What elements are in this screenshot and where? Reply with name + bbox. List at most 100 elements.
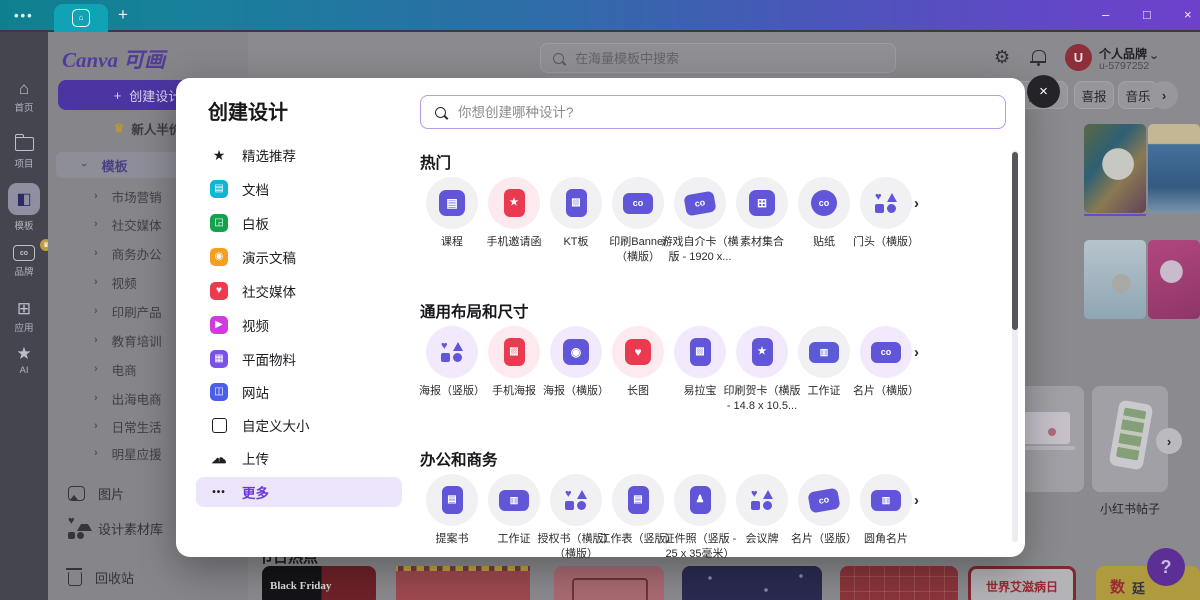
thumb-black-friday[interactable]: Black Friday xyxy=(262,566,376,600)
chevron-right-icon: › xyxy=(94,447,98,459)
storefront-sign-icon xyxy=(875,193,897,213)
profile-chevron-icon[interactable]: › xyxy=(1148,55,1163,59)
office-row-next-chevron[interactable]: › xyxy=(914,492,919,509)
image-icon xyxy=(68,486,85,501)
thumb-starry-night[interactable] xyxy=(682,566,822,600)
chevron-right-icon: › xyxy=(94,218,98,230)
ai-sparkle-icon: ★ xyxy=(16,345,31,362)
envelope-outline xyxy=(572,578,648,600)
trash-icon xyxy=(68,572,82,586)
help-button[interactable]: ? xyxy=(1147,548,1185,586)
whiteboard-icon: ◲ xyxy=(210,214,228,232)
business-card-portrait-icon: co xyxy=(807,487,840,513)
rail-item-brand[interactable]: co ♛ 品牌 xyxy=(0,245,48,278)
chevron-right-icon: › xyxy=(94,190,98,202)
rail-item-templates[interactable]: ◧ 模板 xyxy=(0,183,48,232)
template-art-watercolor-panda[interactable] xyxy=(1084,240,1146,319)
search-icon xyxy=(435,107,446,118)
home-icon: ⌂ xyxy=(19,80,29,97)
cards-next-button[interactable]: › xyxy=(1156,428,1182,454)
window-maximize-button[interactable]: □ xyxy=(1143,8,1151,21)
modal-title: 创建设计 xyxy=(208,96,288,125)
pills-more-button[interactable]: › xyxy=(1150,81,1178,109)
rail-item-apps[interactable]: ⊞ 应用 xyxy=(0,300,48,334)
website-icon: ◫ xyxy=(210,383,228,401)
apps-icon: ⊞ xyxy=(17,300,31,317)
window-minimize-button[interactable]: – xyxy=(1102,8,1109,21)
titlebar-menu-button[interactable]: ••• xyxy=(14,8,34,23)
crown-icon: ♛ xyxy=(114,121,125,135)
work-badge-icon: ▥ xyxy=(499,490,529,511)
hot-row-next-chevron[interactable]: › xyxy=(914,195,919,212)
sidebar-item-trash[interactable]: 回收站 xyxy=(56,563,240,591)
settings-gear-icon[interactable]: ⚙ xyxy=(994,48,1010,66)
rail-item-home[interactable]: ⌂ 首页 xyxy=(0,80,48,114)
selection-divider xyxy=(1084,214,1146,216)
section-title-office: 办公和商务 xyxy=(420,448,498,470)
template-art-wave[interactable] xyxy=(1148,124,1200,213)
rail-item-ai[interactable]: ★ AI xyxy=(0,345,48,376)
template-art-pink-panda[interactable] xyxy=(1148,240,1200,319)
design-type-rounded-business-card[interactable]: ▥ 圆角名片 xyxy=(842,474,930,547)
chevron-right-icon: › xyxy=(94,334,98,346)
phone-poster-icon: ▨ xyxy=(504,338,525,366)
global-search[interactable] xyxy=(540,43,896,73)
rollup-banner-icon: ▨ xyxy=(690,338,711,366)
modal-menu-featured[interactable]: ★ 精选推荐 xyxy=(196,140,402,170)
thumb-bunting[interactable] xyxy=(396,566,530,600)
asset-collection-icon: ⊞ xyxy=(749,190,775,216)
titlebar: ••• ⌂ + – □ × xyxy=(0,0,1200,32)
home-tab[interactable]: ⌂ xyxy=(54,4,108,32)
template-art-stained-glass-panda[interactable] xyxy=(1084,124,1146,213)
thumb-red-grid[interactable] xyxy=(840,566,958,600)
design-assets-icon xyxy=(68,517,85,539)
brand-kit-icon: co xyxy=(13,245,35,261)
thumb-aids-day[interactable]: 世界艾滋病日 xyxy=(968,566,1076,600)
global-search-input[interactable] xyxy=(573,50,857,67)
thumb-envelope[interactable] xyxy=(554,566,664,600)
greeting-card-icon: ★ xyxy=(752,338,773,366)
chevron-right-icon: › xyxy=(94,247,98,259)
docs-icon: ▤ xyxy=(210,180,228,198)
modal-menu-social-media[interactable]: ♥ 社交媒体 xyxy=(196,276,402,306)
modal-menu-video[interactable]: ▶ 视频 xyxy=(196,310,402,340)
social-media-icon: ♥ xyxy=(210,282,228,300)
modal-search-input[interactable] xyxy=(456,104,960,121)
modal-menu-print-materials[interactable]: ▦ 平面物料 xyxy=(196,344,402,374)
new-tab-button[interactable]: + xyxy=(118,5,128,25)
modal-menu-upload[interactable]: ☁↑ 上传 xyxy=(196,443,402,473)
upload-cloud-icon: ☁↑ xyxy=(210,449,228,467)
modal-menu-more[interactable]: ••• 更多 xyxy=(196,477,402,507)
xiaohongshu-card-label: 小红书帖子 xyxy=(1092,500,1168,517)
rounded-business-card-icon: ▥ xyxy=(871,490,901,511)
modal-scrollbar-thumb[interactable] xyxy=(1012,152,1018,330)
poster-portrait-icon xyxy=(441,342,463,362)
print-materials-icon: ▦ xyxy=(210,350,228,368)
modal-menu-whiteboard[interactable]: ◲ 白板 xyxy=(196,208,402,238)
presentation-icon: ◉ xyxy=(210,248,228,266)
laptop-screen xyxy=(1022,412,1070,444)
pill-good-news[interactable]: 喜报 xyxy=(1074,81,1114,109)
flower-dot xyxy=(1048,428,1056,436)
avatar[interactable]: U xyxy=(1065,44,1092,71)
templates-icon: ◧ xyxy=(8,183,40,215)
chevron-right-icon: › xyxy=(94,420,98,432)
video-icon: ▶ xyxy=(210,316,228,334)
modal-menu-custom-size[interactable]: 自定义大小 xyxy=(196,410,402,440)
design-type-storefront-sign[interactable]: 门头（横版） xyxy=(842,177,930,250)
window-close-button[interactable]: × xyxy=(1184,8,1192,21)
modal-menu-docs[interactable]: ▤ 文档 xyxy=(196,174,402,204)
game-intro-card-icon: co xyxy=(683,190,716,216)
app-window: ••• ⌂ + – □ × ⌂ 首页 项目 ◧ 模板 co ♛ 品牌 xyxy=(0,0,1200,600)
modal-search[interactable] xyxy=(420,95,1006,129)
modal-close-button[interactable]: × xyxy=(1027,75,1060,108)
rail-item-projects[interactable]: 项目 xyxy=(0,137,48,170)
notifications-bell-icon[interactable] xyxy=(1032,50,1046,62)
plus-icon: + xyxy=(114,88,122,103)
layouts-row-next-chevron[interactable]: › xyxy=(914,344,919,361)
modal-menu-presentation[interactable]: ◉ 演示文稿 xyxy=(196,242,402,272)
design-type-business-card-landscape[interactable]: co 名片（横版） xyxy=(842,326,930,399)
chevron-right-icon: › xyxy=(94,392,98,404)
modal-menu-website[interactable]: ◫ 网站 xyxy=(196,377,402,407)
sticker-icon: co xyxy=(811,190,837,216)
